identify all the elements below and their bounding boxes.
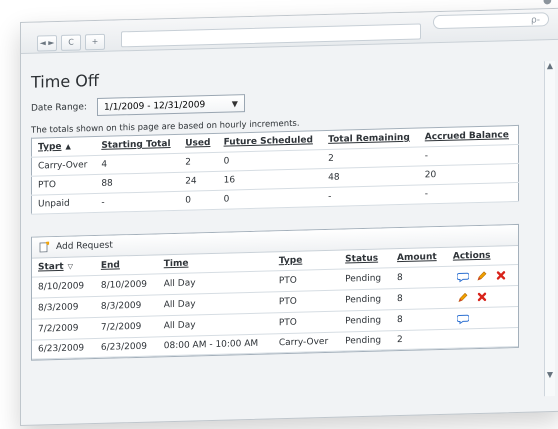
browser-nav: ◄ ► C + [37,33,105,52]
header-used[interactable]: Used [179,133,218,154]
request-time: All Day [157,312,273,337]
request-start: 6/23/2009 [32,338,95,360]
request-type: Carry-Over [272,332,340,353]
requests-table: Start ▽ End Time Type Status Amount Actio… [32,245,518,360]
comment-icon[interactable] [456,270,469,283]
header-type[interactable]: Type [272,250,340,271]
totals-cell: 2 [322,147,419,169]
header-start[interactable]: Start ▽ [32,257,95,278]
request-start: 8/10/2009 [32,275,95,299]
request-amount: 8 [391,308,447,331]
stage: ● ◄ ► C + ρ- Time Off Date Range: 1/1/20… [0,0,558,429]
totals-cell: Unpaid [31,193,96,215]
scroll-down-icon[interactable]: ▼ [545,370,555,379]
date-range-label: Date Range: [31,102,87,114]
header-status[interactable]: Status [339,249,392,270]
scroll-track [545,70,555,370]
totals-cell: 0 [217,187,323,210]
request-time: 08:00 AM - 10:00 AM [157,333,273,356]
totals-cell: 24 [179,171,218,192]
request-start: 7/2/2009 [32,317,95,341]
request-amount: 8 [391,266,447,289]
add-request-button[interactable]: Add Request [38,240,113,254]
totals-cell: 48 [322,166,419,188]
header-end[interactable]: End [94,255,158,276]
request-end: 6/23/2009 [94,336,158,358]
request-time: All Day [157,291,273,316]
request-time: All Day [157,270,273,295]
page-title: Time Off [31,70,99,92]
totals-cell: 88 [95,172,180,194]
request-status: Pending [339,309,392,333]
date-range-select[interactable]: 1/1/2009 - 12/31/2009 ▼ [96,94,245,116]
vertical-scrollbar[interactable]: ▲ ▼ [544,60,555,397]
request-type: PTO [272,290,340,313]
header-starting-total[interactable]: Starting Total [95,134,180,156]
new-tab-button[interactable]: + [85,33,105,51]
delete-icon[interactable] [476,291,488,303]
browser-chrome: ● ◄ ► C + ρ- [21,0,558,54]
request-amount: 2 [391,329,447,350]
delete-icon[interactable] [495,269,507,281]
request-amount: 8 [391,287,447,310]
totals-cell: - [95,191,180,213]
request-status: Pending [339,267,392,291]
window-control-icon[interactable]: ● [543,0,555,7]
date-range-row: Date Range: 1/1/2009 - 12/31/2009 ▼ [31,87,519,118]
back-forward-button[interactable]: ◄ ► [37,35,57,52]
scroll-up-icon[interactable]: ▲ [545,61,555,70]
request-start: 8/3/2009 [32,296,95,320]
totals-table: Type ▲ Starting Total Used Future Schedul… [31,124,519,215]
edit-icon[interactable] [476,270,488,282]
add-request-icon [39,241,50,253]
date-range-value: 1/1/2009 - 12/31/2009 [103,100,206,113]
edit-icon[interactable] [457,291,469,303]
totals-cell: - [322,185,419,207]
search-field[interactable]: ρ- [433,12,549,30]
request-status: Pending [339,288,392,312]
browser-window: ● ◄ ► C + ρ- Time Off Date Range: 1/1/20… [20,0,558,427]
request-actions [446,306,518,330]
totals-cell: Carry-Over [31,155,96,177]
request-end: 8/3/2009 [94,294,158,318]
request-type: PTO [272,311,340,334]
address-bar[interactable] [121,23,421,48]
totals-cell: - [418,182,519,205]
request-actions [446,285,518,309]
header-type[interactable]: Type ▲ [31,136,96,158]
totals-cell: 0 [179,190,218,211]
totals-cell: PTO [31,174,96,196]
totals-cell: 4 [95,153,180,175]
sort-icon[interactable]: ▽ [68,263,73,271]
request-type: PTO [272,269,340,292]
request-end: 7/2/2009 [94,315,158,339]
request-end: 8/10/2009 [94,273,158,297]
requests-panel: Add Request Start▽ End Time Type Status [31,223,519,361]
request-actions [446,327,518,349]
page-content: Time Off Date Range: 1/1/2009 - 12/31/20… [31,60,519,361]
header-actions: Actions [446,245,518,267]
totals-cell: 2 [179,152,218,173]
sort-icon[interactable]: ▲ [65,143,70,151]
request-actions [446,264,518,288]
chevron-down-icon: ▼ [231,99,238,109]
comment-icon[interactable] [456,312,469,325]
refresh-button[interactable]: C [61,34,81,51]
add-request-label: Add Request [56,240,113,253]
header-total-remaining[interactable]: Total Remaining [322,128,419,150]
request-status: Pending [339,330,392,352]
header-amount[interactable]: Amount [391,247,447,268]
